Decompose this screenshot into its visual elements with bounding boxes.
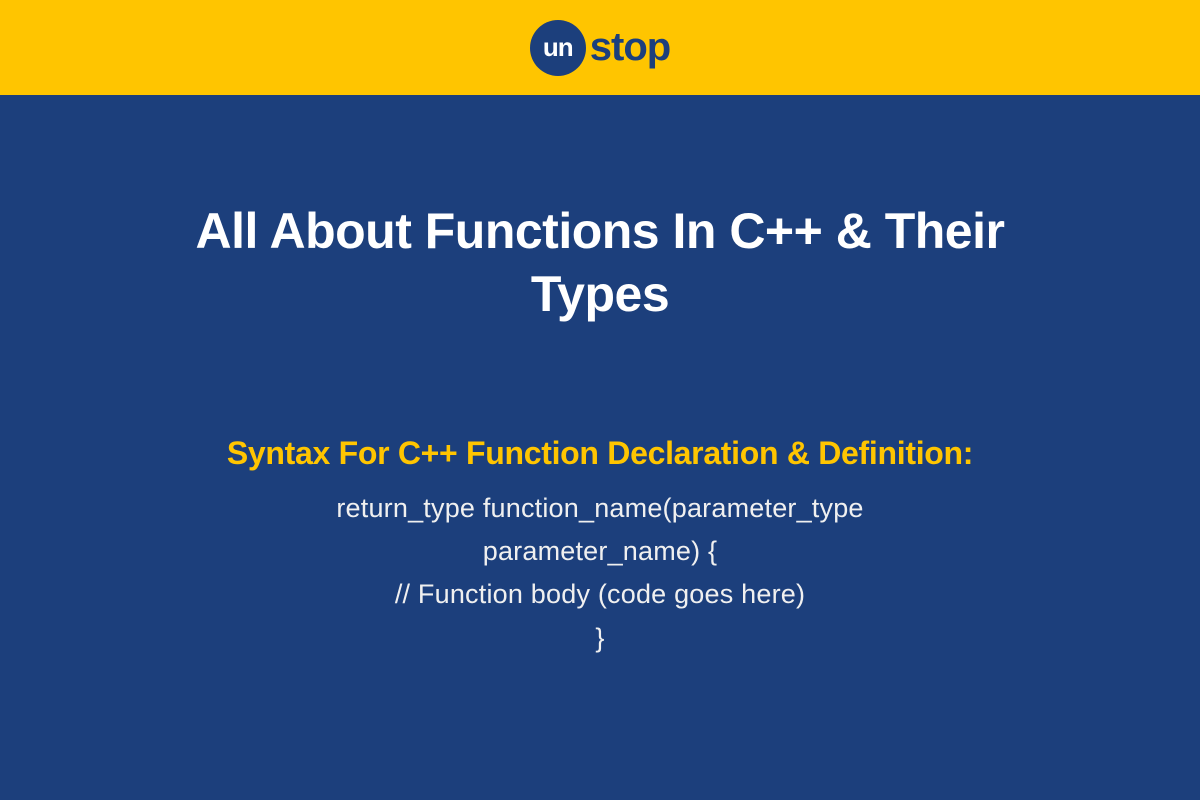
syntax-line: parameter_name) { [227,530,973,573]
main-content: All About Functions In C++ & Their Types… [0,95,1200,800]
syntax-line: } [227,617,973,660]
syntax-section: Syntax For C++ Function Declaration & De… [227,435,973,660]
header-bar: un stop [0,0,1200,95]
syntax-line: return_type function_name(parameter_type [227,487,973,530]
syntax-heading: Syntax For C++ Function Declaration & De… [227,435,973,472]
logo-suffix-text: stop [590,25,670,70]
page-title: All About Functions In C++ & Their Types [150,200,1050,325]
syntax-line: // Function body (code goes here) [227,573,973,616]
logo-circle: un [530,20,586,76]
logo: un stop [530,20,670,76]
logo-circle-text: un [543,32,573,63]
